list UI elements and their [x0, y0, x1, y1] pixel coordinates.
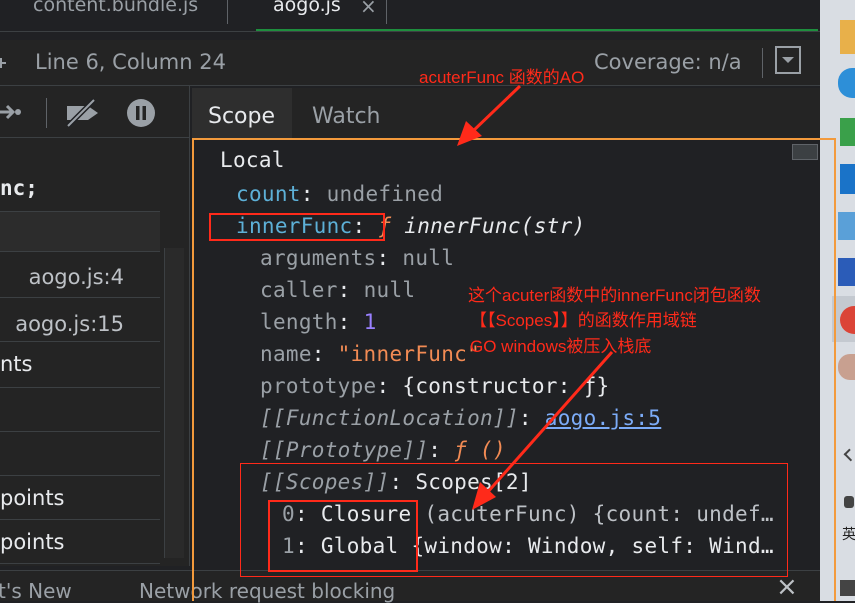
annotation-closure-note: 这个acuter函数中的innerFunc闭包函数 — [468, 286, 761, 305]
annotation-global-note: GO windows被压入栈底 — [470, 337, 652, 356]
annotation-scopes-note: 【【Scopes】】的函数作用域链 — [470, 311, 697, 330]
annotation-acuterfunc-ao: acuterFunc 函数的AO — [419, 68, 585, 87]
